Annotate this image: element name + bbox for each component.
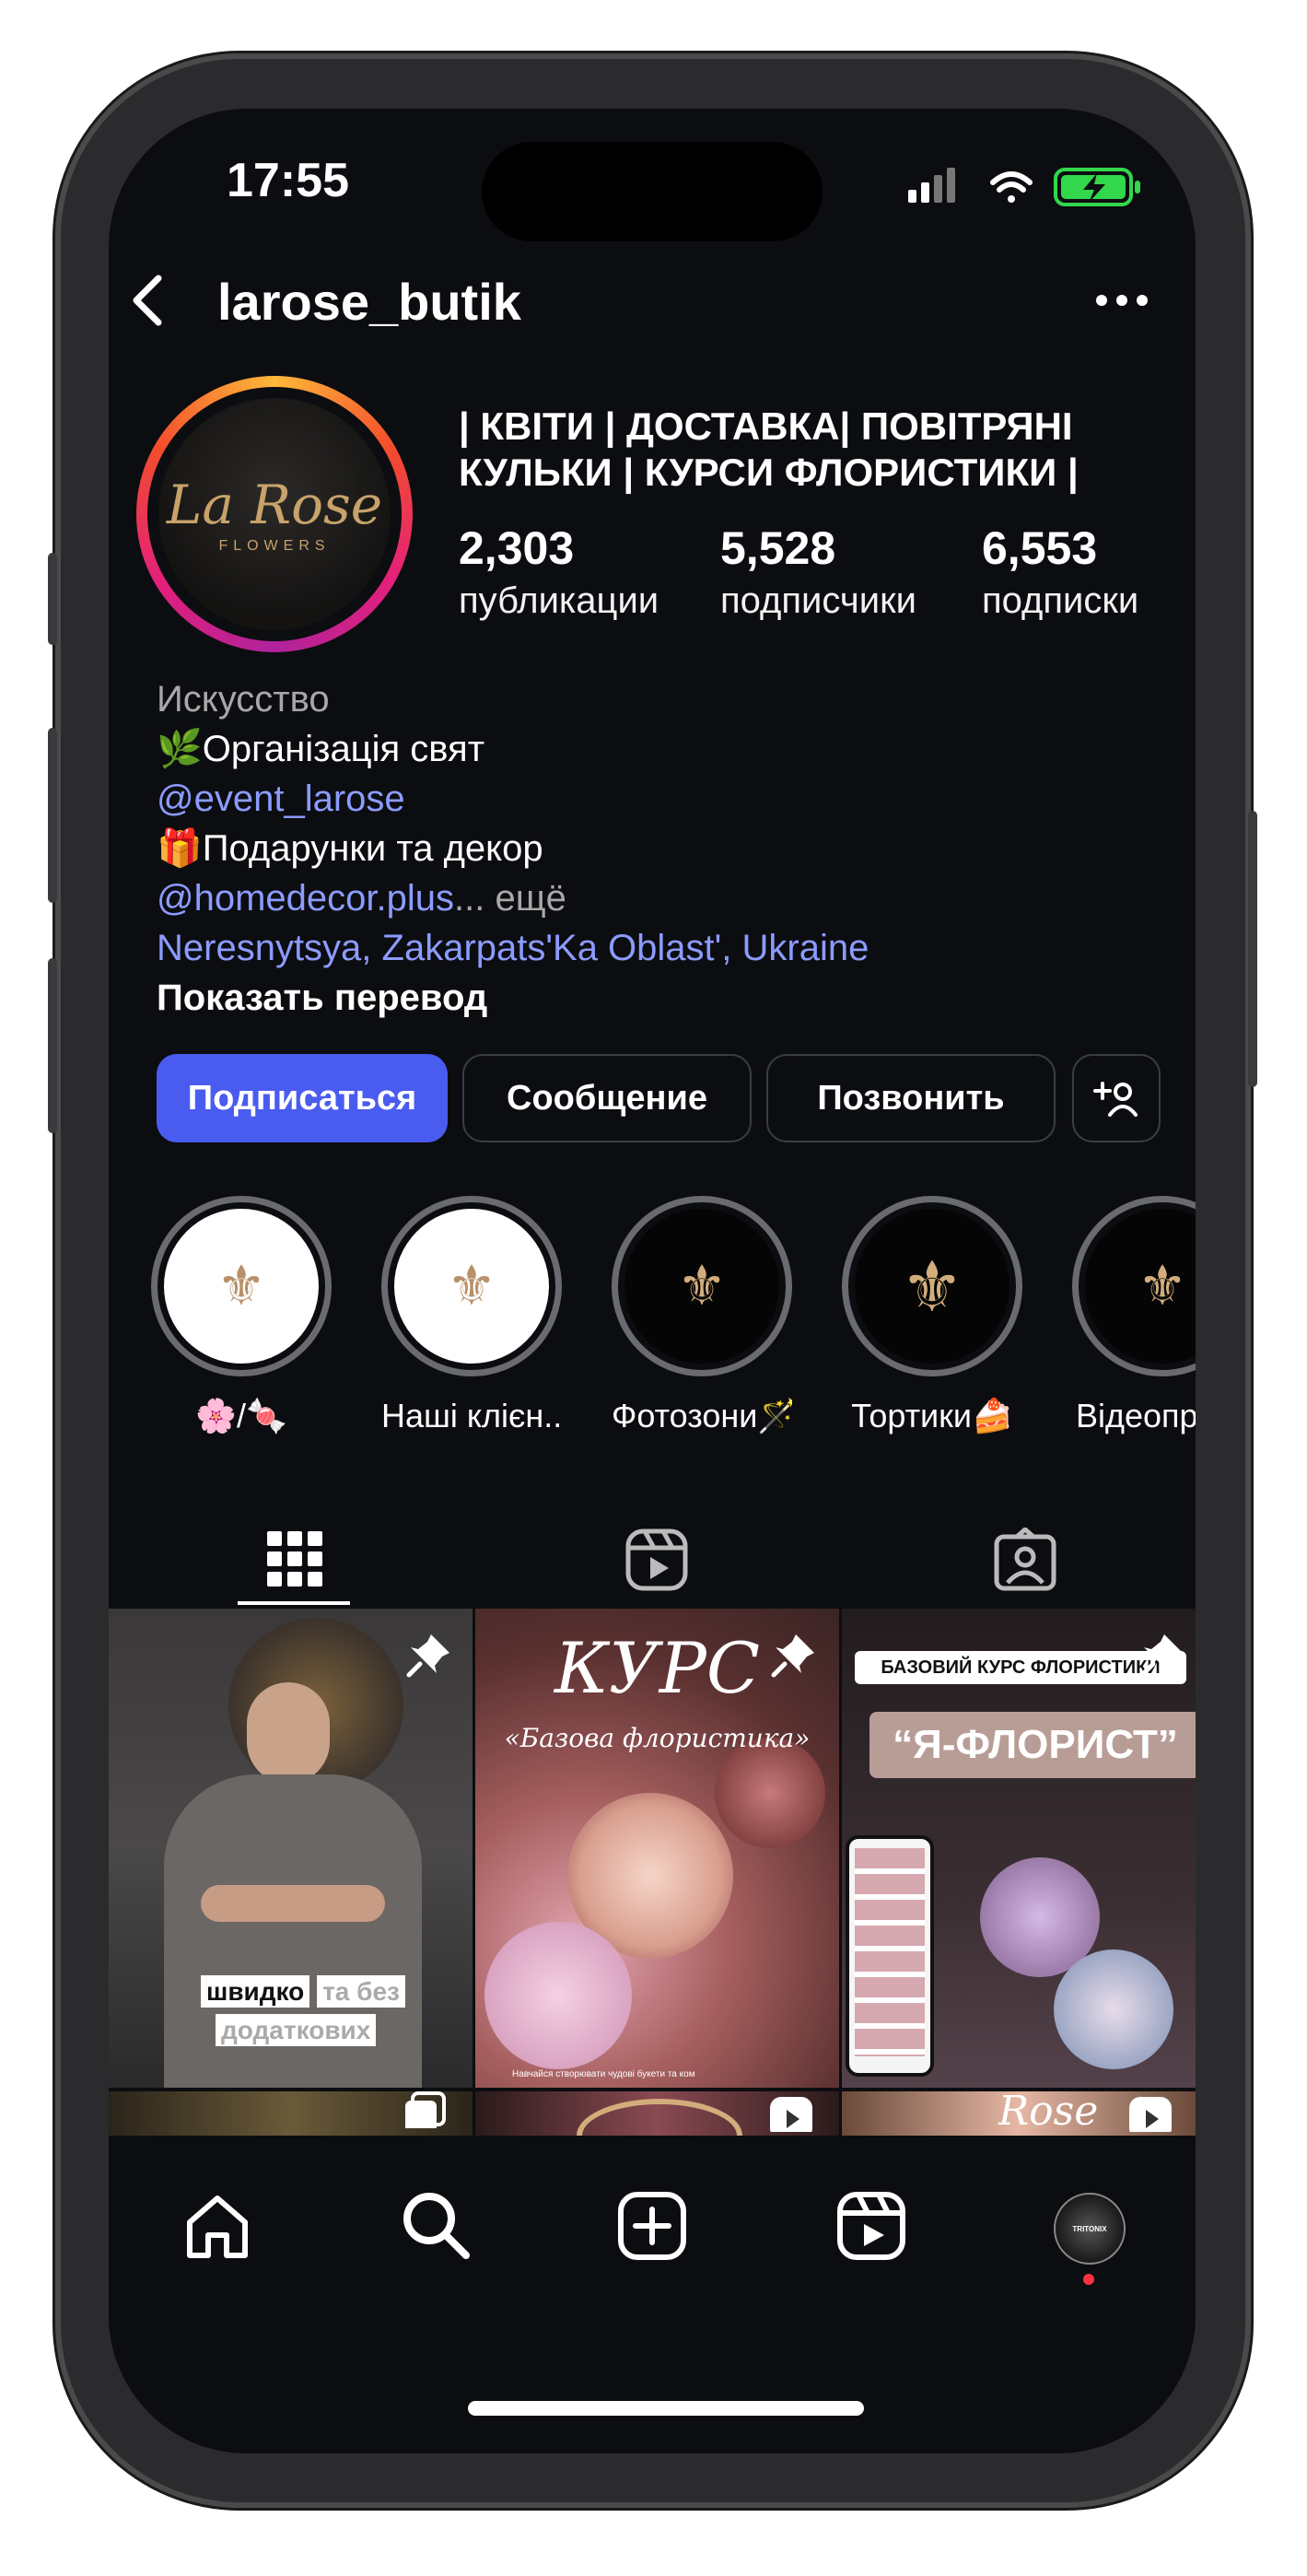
cellular-icon bbox=[908, 168, 955, 203]
profile-username: larose_butik bbox=[217, 273, 521, 331]
highlight-2-label: Наші клієн... bbox=[381, 1397, 562, 1434]
profile-headline: | КВІТИ | ДОСТАВКА| ПОВІТРЯНІ КУЛЬКИ | К… bbox=[459, 404, 1079, 494]
post-tile-1[interactable]: швидко та без додаткових bbox=[109, 1609, 473, 2088]
post-tile-3[interactable]: БАЗОВИЙ КУРС ФЛОРИСТИКИ “Я-ФЛОРИСТ” bbox=[842, 1609, 1196, 2088]
fleur-icon: ⚜ bbox=[1138, 1255, 1187, 1317]
reel-icon bbox=[1129, 2097, 1172, 2132]
avatar-logo-sub: FLOWERS bbox=[218, 538, 331, 554]
bio-link-homedecor[interactable]: @homedecor.plus bbox=[157, 878, 454, 919]
highlight-1[interactable]: ⚜ 🌸/🍬 bbox=[151, 1196, 332, 1435]
bio-link-event[interactable]: @event_larose bbox=[157, 774, 1170, 824]
avatar-logo-text: La Rose bbox=[166, 474, 383, 536]
reels-tab-icon[interactable] bbox=[624, 1528, 689, 1592]
dynamic-island bbox=[482, 142, 823, 241]
fleur-icon: ⚜ bbox=[900, 1247, 964, 1327]
battery-charging-icon bbox=[1054, 168, 1140, 206]
carousel-icon bbox=[405, 2091, 446, 2128]
post-3-title: “Я-ФЛОРИСТ” bbox=[869, 1712, 1196, 1778]
screen: 17:55 larose_butik La Rose FLOWERS | КВІ… bbox=[109, 109, 1196, 2453]
highlight-1-label: 🌸/🍬 bbox=[195, 1397, 287, 1434]
pin-icon bbox=[406, 1634, 449, 1678]
grid-tab-icon[interactable] bbox=[267, 1531, 322, 1587]
fleur-icon: ⚜ bbox=[216, 1255, 266, 1317]
home-indicator[interactable] bbox=[468, 2401, 864, 2416]
highlight-5-label: Відеопри bbox=[1076, 1397, 1196, 1434]
highlight-5[interactable]: ⚜ Відеопри bbox=[1072, 1196, 1196, 1435]
post-tile-5[interactable] bbox=[475, 2091, 839, 2136]
bio-more[interactable]: ... ещё bbox=[454, 878, 566, 919]
search-icon[interactable] bbox=[400, 2189, 473, 2263]
add-person-icon bbox=[1093, 1082, 1138, 1117]
stat-followers-label: подписчики bbox=[720, 580, 916, 621]
post-tile-2[interactable]: КУРС «Базова флористика» Навчайся створю… bbox=[475, 1609, 839, 2088]
active-tab-indicator bbox=[238, 1601, 350, 1605]
fleur-icon: ⚜ bbox=[677, 1255, 727, 1317]
highlight-2[interactable]: ⚜ Наші клієн... bbox=[381, 1196, 562, 1435]
post-1-caption-c: додаткових bbox=[216, 2014, 377, 2046]
profile-avatar[interactable]: La Rose FLOWERS bbox=[136, 376, 413, 652]
back-icon[interactable] bbox=[129, 273, 166, 328]
suggest-users-button[interactable] bbox=[1072, 1054, 1161, 1142]
stat-following[interactable]: 6,553 подписки bbox=[982, 521, 1138, 622]
post-1-caption-a: швидко bbox=[201, 1975, 310, 2008]
post-tile-6[interactable]: Rose bbox=[842, 2091, 1196, 2136]
side-button bbox=[48, 553, 57, 645]
pin-icon bbox=[1139, 1634, 1183, 1678]
wifi-icon bbox=[990, 171, 1033, 203]
reel-icon bbox=[770, 2097, 812, 2132]
post-2-footer: Навчайся створювати чудові букети та ком bbox=[512, 2069, 695, 2079]
post-6-logo: Rose bbox=[998, 2091, 1099, 2135]
follow-button[interactable]: Подписаться bbox=[157, 1054, 448, 1142]
profile-nav-avatar[interactable]: TRITONIX bbox=[1054, 2193, 1126, 2265]
reels-nav-icon[interactable] bbox=[836, 2191, 906, 2261]
fleur-icon: ⚜ bbox=[447, 1255, 496, 1317]
post-1-caption-b: та без bbox=[317, 1975, 405, 2008]
status-icons bbox=[908, 168, 1140, 206]
profile-category: Искусство bbox=[157, 679, 330, 720]
pin-icon bbox=[771, 1634, 814, 1678]
message-button[interactable]: Сообщение bbox=[462, 1054, 752, 1142]
highlight-4[interactable]: ⚜ Тортики🍰 bbox=[842, 1196, 1022, 1435]
stat-posts[interactable]: 2,303 публикации bbox=[459, 521, 659, 622]
highlight-3-label: Фотозони🪄 bbox=[612, 1397, 792, 1434]
post-2-subtitle: «Базова флористика» bbox=[504, 1723, 811, 1753]
stat-following-value: 6,553 bbox=[982, 522, 1098, 574]
volume-down-button bbox=[48, 958, 57, 1133]
show-translation[interactable]: Показать перевод bbox=[157, 973, 1170, 1023]
bio-location[interactable]: Neresnytsya, Zakarpats'Ka Oblast', Ukrai… bbox=[157, 923, 1170, 973]
stat-followers[interactable]: 5,528 подписчики bbox=[720, 521, 916, 622]
stat-posts-label: публикации bbox=[459, 580, 659, 621]
phone-mockup bbox=[846, 1835, 934, 2077]
bio-line-1: 🌿Організація свят bbox=[157, 729, 485, 769]
status-time: 17:55 bbox=[227, 154, 349, 207]
notification-dot bbox=[1083, 2274, 1094, 2285]
power-button bbox=[1248, 811, 1257, 1087]
bio-line-2: 🎁Подарунки та декор bbox=[157, 828, 543, 869]
stat-following-label: подписки bbox=[982, 580, 1139, 621]
stat-followers-value: 5,528 bbox=[720, 522, 836, 574]
call-button[interactable]: Позвонить bbox=[766, 1054, 1056, 1142]
highlight-3[interactable]: ⚜ Фотозони🪄 bbox=[612, 1196, 792, 1435]
more-options-icon[interactable] bbox=[1094, 293, 1149, 308]
bottom-nav: TRITONIX bbox=[109, 2136, 1196, 2338]
create-post-icon[interactable] bbox=[617, 2191, 687, 2261]
stat-posts-value: 2,303 bbox=[459, 522, 575, 574]
post-tile-4[interactable] bbox=[109, 2091, 473, 2136]
home-icon[interactable] bbox=[182, 2191, 252, 2261]
volume-up-button bbox=[48, 728, 57, 903]
tagged-tab-icon[interactable] bbox=[993, 1528, 1057, 1592]
highlight-4-label: Тортики🍰 bbox=[851, 1397, 1013, 1434]
